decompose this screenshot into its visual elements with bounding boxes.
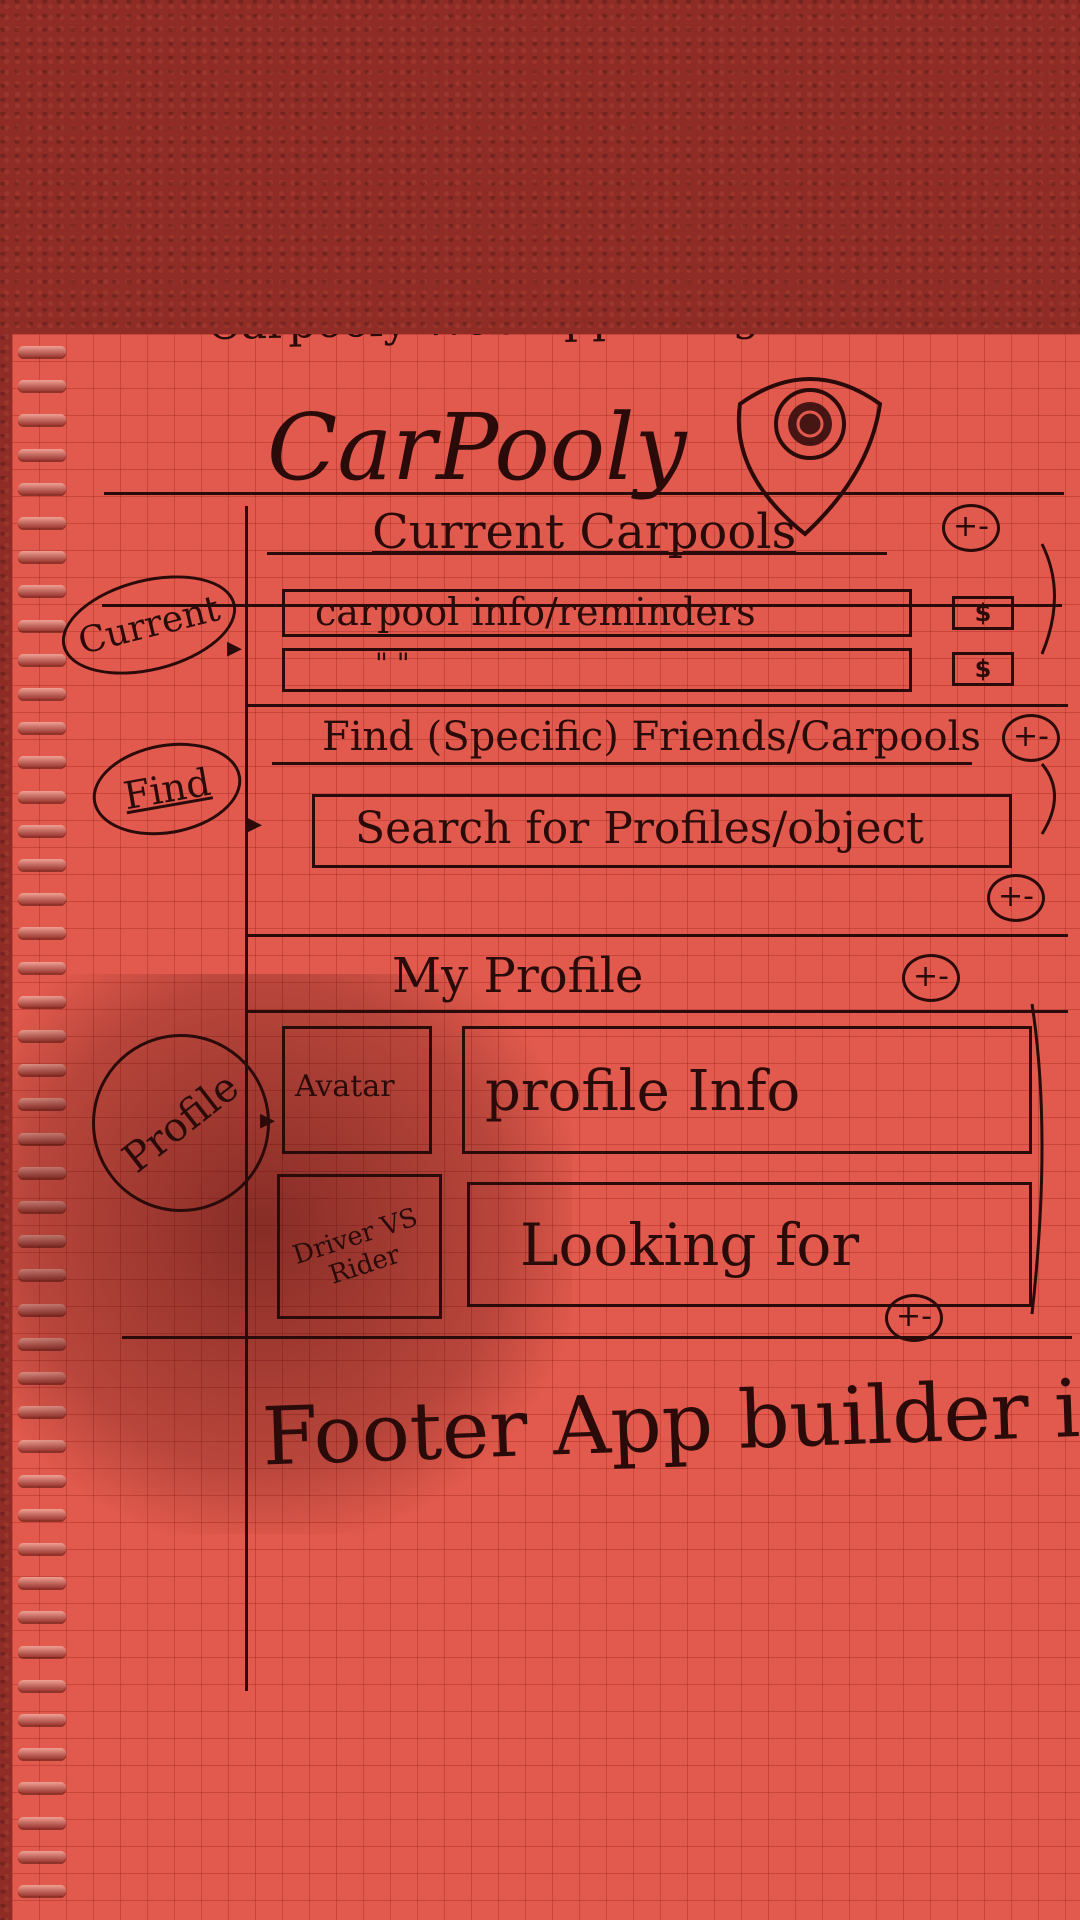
spiral-ring bbox=[18, 1611, 66, 1623]
profile-info-box[interactable]: profile Info bbox=[462, 1026, 1032, 1154]
spiral-ring bbox=[18, 1645, 66, 1657]
spiral-ring bbox=[18, 619, 66, 631]
spiral-ring bbox=[18, 1577, 66, 1589]
profile-nav-arrow-icon: ▸ bbox=[260, 1102, 276, 1137]
spiral-ring bbox=[18, 1885, 66, 1896]
current-carpool-row[interactable]: carpool info/reminders bbox=[282, 589, 912, 637]
current-carpool-row-2-text: " " bbox=[375, 647, 410, 680]
spiral-ring bbox=[18, 1748, 66, 1760]
spiral-ring bbox=[18, 1064, 66, 1076]
spiral-ring bbox=[18, 1303, 66, 1315]
current-carpool-row-text: carpool info/reminders bbox=[315, 590, 756, 634]
profile-search-input[interactable]: Search for Profiles/object bbox=[312, 794, 1012, 868]
app-logo-text: CarPooly bbox=[267, 394, 687, 501]
spiral-ring bbox=[18, 1235, 66, 1247]
current-nav-arrow-icon: ▸ bbox=[227, 630, 243, 665]
find-section-bottom bbox=[248, 934, 1068, 937]
spiral-ring bbox=[18, 585, 66, 597]
spiral-ring bbox=[18, 995, 66, 1007]
spiral-ring bbox=[18, 1098, 66, 1110]
carpool-payment-badge[interactable]: $ bbox=[952, 596, 1014, 630]
spiral-ring bbox=[18, 756, 66, 768]
spiral-ring bbox=[18, 1543, 66, 1554]
avatar-box-label: Avatar bbox=[295, 1069, 395, 1104]
find-nav-label[interactable]: Find bbox=[85, 731, 249, 847]
profile-heading-rule bbox=[248, 1010, 1068, 1013]
driver-rider-text: Driver VS Rider bbox=[289, 1202, 422, 1291]
spiral-ring bbox=[18, 927, 66, 939]
spiral-ring bbox=[18, 1406, 66, 1418]
current-nav-label[interactable]: Current bbox=[51, 558, 247, 692]
spiral-ring bbox=[18, 961, 66, 973]
graph-paper: Carpooly Web.App Design CarPooly Current… bbox=[12, 334, 1080, 1920]
profile-expand-toggle[interactable]: +- bbox=[885, 1294, 943, 1342]
spiral-ring bbox=[18, 1440, 66, 1452]
spiral-ring bbox=[18, 380, 66, 392]
looking-for-box[interactable]: Looking for bbox=[467, 1182, 1032, 1307]
spiral-ring bbox=[18, 1714, 66, 1725]
spiral-ring bbox=[18, 448, 66, 460]
spiral-ring bbox=[18, 551, 66, 563]
footer-text: Footer App builder info bbox=[260, 1357, 1080, 1484]
current-heading-rule bbox=[267, 552, 887, 555]
spiral-ring bbox=[18, 346, 66, 357]
profile-heading: My Profile bbox=[392, 948, 644, 1004]
current-section-bottom bbox=[248, 704, 1068, 707]
spiral-ring bbox=[18, 1201, 66, 1212]
spiral-ring bbox=[18, 722, 66, 734]
spiral-ring bbox=[18, 653, 66, 665]
profile-section-bottom bbox=[122, 1336, 1072, 1339]
find-nav-arrow-icon: ▸ bbox=[247, 806, 263, 841]
current-collapse-toggle[interactable]: +- bbox=[942, 504, 1000, 552]
spiral-ring bbox=[18, 1679, 66, 1691]
spiral-ring bbox=[18, 1337, 66, 1349]
spiral-ring bbox=[18, 790, 66, 802]
spiral-ring bbox=[18, 517, 66, 528]
spiral-ring bbox=[18, 824, 66, 836]
spiral-ring bbox=[18, 1269, 66, 1281]
spiral-ring bbox=[18, 859, 66, 870]
current-section-top bbox=[104, 492, 1064, 495]
spiral-ring bbox=[18, 688, 66, 699]
spiral-ring bbox=[18, 1508, 66, 1520]
spiral-ring bbox=[18, 1132, 66, 1144]
spiral-ring bbox=[18, 1166, 66, 1178]
find-heading: Find (Specific) Friends/Carpools bbox=[322, 714, 981, 760]
find-heading-rule bbox=[272, 762, 972, 765]
spiral-ring bbox=[18, 1372, 66, 1383]
spiral-ring bbox=[18, 1816, 66, 1828]
find-nav-text: Find bbox=[120, 759, 214, 819]
driver-rider-box[interactable]: Driver VS Rider bbox=[277, 1174, 442, 1319]
collapse-arrows-icon bbox=[1030, 543, 1056, 1315]
sketch-title: Carpooly Web.App Design bbox=[207, 334, 789, 350]
profile-info-text: profile Info bbox=[485, 1059, 801, 1124]
spiral-ring bbox=[18, 482, 66, 494]
current-nav-text: Current bbox=[74, 587, 224, 663]
spiral-ring bbox=[18, 1474, 66, 1486]
looking-for-text: Looking for bbox=[520, 1211, 860, 1279]
carpool-payment-badge-2[interactable]: $ bbox=[952, 652, 1014, 686]
current-carpool-row-2[interactable]: " " bbox=[282, 647, 912, 692]
spiral-ring bbox=[18, 1030, 66, 1041]
spiral-ring bbox=[18, 414, 66, 426]
spiral-ring bbox=[18, 893, 66, 905]
avatar-box[interactable]: Avatar bbox=[282, 1026, 432, 1154]
spiral-ring bbox=[18, 1850, 66, 1862]
profile-nav-text: Profile bbox=[114, 1063, 248, 1183]
profile-collapse-toggle[interactable]: +- bbox=[902, 954, 960, 1002]
notebook-spiral bbox=[12, 334, 72, 1920]
profile-search-text: Search for Profiles/object bbox=[355, 803, 924, 854]
spiral-ring bbox=[18, 1782, 66, 1794]
